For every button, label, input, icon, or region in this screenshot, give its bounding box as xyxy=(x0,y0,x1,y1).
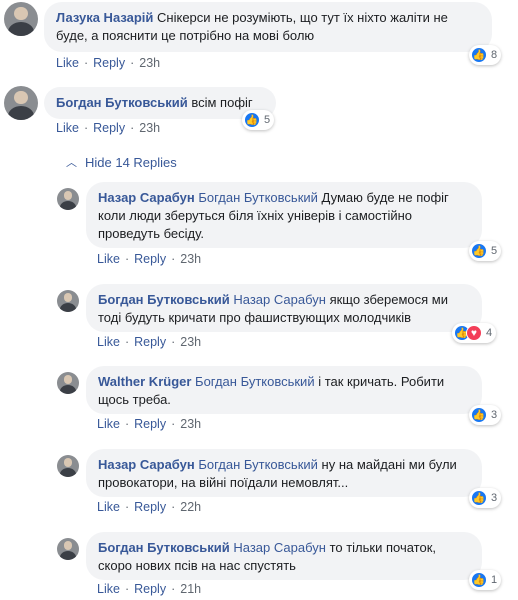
reply-button[interactable]: Reply xyxy=(134,582,166,596)
comment-actions: Like · Reply · 23h xyxy=(56,56,161,70)
comment-bubble: Богдан Бутковський Назар Сарабун якщо зб… xyxy=(86,284,482,332)
mention-link[interactable]: Назар Сарабун xyxy=(233,292,326,307)
comment-bubble: Богдан Бутковський всім пофіг xyxy=(44,87,276,119)
reaction-count: 3 xyxy=(491,492,498,504)
comment-actions: Like · Reply · 23h xyxy=(97,417,202,431)
like-button[interactable]: Like xyxy=(56,56,79,70)
reactions-badge[interactable]: 👍 3 xyxy=(469,405,502,425)
comment-author[interactable]: Богдан Бутковський xyxy=(98,292,230,307)
reply-button[interactable]: Reply xyxy=(93,56,125,70)
timestamp[interactable]: 23h xyxy=(139,56,160,70)
comment-bubble: Богдан Бутковський Назар Сарабун то тіль… xyxy=(86,532,482,580)
avatar[interactable] xyxy=(57,538,79,560)
timestamp[interactable]: 21h xyxy=(180,582,201,596)
thumbs-up-icon: 👍 xyxy=(471,47,487,63)
heart-icon: ♥ xyxy=(466,325,482,341)
comment-author[interactable]: Назар Сарабун xyxy=(98,457,195,472)
reply-button[interactable]: Reply xyxy=(134,252,166,266)
comment-actions: Like · Reply · 21h xyxy=(97,582,202,596)
reactions-badge[interactable]: 👍 5 xyxy=(242,110,275,130)
reaction-count: 1 xyxy=(491,574,498,586)
reactions-badge[interactable]: 👍 ♥ 4 xyxy=(452,323,497,343)
comment-text-line: Думаю буде не пофіг xyxy=(321,190,449,205)
chevron-up-icon: ︿ xyxy=(66,157,77,169)
reaction-count: 4 xyxy=(486,327,493,339)
reactions-badge[interactable]: 👍 3 xyxy=(469,488,502,508)
comment-bubble: Назар Сарабун Богдан Бутковський ну на м… xyxy=(86,449,482,497)
mention-link[interactable]: Богдан Бутковський xyxy=(198,190,318,205)
avatar[interactable] xyxy=(4,2,38,36)
comment-text-line: проведуть бесіду. xyxy=(98,226,204,241)
comment-author[interactable]: Лазука Назарій xyxy=(56,10,153,25)
timestamp[interactable]: 23h xyxy=(180,335,201,349)
comment-actions: Like · Reply · 23h xyxy=(56,121,161,135)
like-button[interactable]: Like xyxy=(56,121,79,135)
reaction-count: 8 xyxy=(491,49,498,61)
comment-text-line: і так кричать. Робити xyxy=(318,374,445,389)
mention-link[interactable]: Назар Сарабун xyxy=(233,540,326,555)
reactions-badge[interactable]: 👍 1 xyxy=(469,570,502,590)
comment-text-line: коли люди зберуться біля їхніх універів … xyxy=(98,208,413,223)
comment-text-line: тоді будуть кричати про фашиствующих мол… xyxy=(98,310,411,325)
comment-author[interactable]: Богдан Бутковський xyxy=(56,95,188,110)
comment-author[interactable]: Walther Krüger xyxy=(98,374,191,389)
timestamp[interactable]: 22h xyxy=(180,500,201,514)
hide-replies-label: Hide 14 Replies xyxy=(85,154,177,170)
reactions-badge[interactable]: 👍 8 xyxy=(469,45,502,65)
timestamp[interactable]: 23h xyxy=(180,252,201,266)
comment-bubble: Назар Сарабун Богдан Бутковський Думаю б… xyxy=(86,182,482,248)
comment-text-line: Снікерси не розуміють, що тут їх ніхто ж… xyxy=(157,10,448,25)
like-button[interactable]: Like xyxy=(97,582,120,596)
comment-text-line: то тільки початок, xyxy=(329,540,437,555)
timestamp[interactable]: 23h xyxy=(139,121,160,135)
comment-author[interactable]: Богдан Бутковський xyxy=(98,540,230,555)
thumbs-up-icon: 👍 xyxy=(471,572,487,588)
hide-replies-link[interactable]: ︿ Hide 14 Replies xyxy=(66,154,177,170)
reaction-count: 5 xyxy=(264,114,271,126)
like-button[interactable]: Like xyxy=(97,417,120,431)
comment-bubble: Лазука Назарій Снікерси не розуміють, що… xyxy=(44,2,492,52)
comment-bubble: Walther Krüger Богдан Бутковський і так … xyxy=(86,366,482,414)
comment-text-line: всім пофіг xyxy=(191,95,253,110)
avatar[interactable] xyxy=(57,455,79,477)
avatar[interactable] xyxy=(57,372,79,394)
thumbs-up-icon: 👍 xyxy=(244,112,260,128)
comment-text-line: скоро нових псів на нас спустять xyxy=(98,558,296,573)
comment-text-line: щось треба. xyxy=(98,392,171,407)
avatar[interactable] xyxy=(4,86,38,120)
avatar[interactable] xyxy=(57,188,79,210)
comment-text-line: буде, а пояснити це потрібно на мові бол… xyxy=(56,28,315,43)
like-button[interactable]: Like xyxy=(97,252,120,266)
comment-text-line: провокатори, на війні поїдали немовлят..… xyxy=(98,475,349,490)
timestamp[interactable]: 23h xyxy=(180,417,201,431)
thumbs-up-icon: 👍 xyxy=(471,490,487,506)
like-button[interactable]: Like xyxy=(97,500,120,514)
like-button[interactable]: Like xyxy=(97,335,120,349)
reply-button[interactable]: Reply xyxy=(93,121,125,135)
reply-button[interactable]: Reply xyxy=(134,500,166,514)
thumbs-up-icon: 👍 xyxy=(471,407,487,423)
comment-author[interactable]: Назар Сарабун xyxy=(98,190,195,205)
comment-text-line: ну на майдані ми були xyxy=(321,457,457,472)
mention-link[interactable]: Богдан Бутковський xyxy=(198,457,318,472)
reaction-count: 5 xyxy=(491,245,498,257)
mention-link[interactable]: Богдан Бутковський xyxy=(195,374,315,389)
reply-button[interactable]: Reply xyxy=(134,417,166,431)
reactions-badge[interactable]: 👍 5 xyxy=(469,241,502,261)
comment-actions: Like · Reply · 22h xyxy=(97,500,202,514)
reply-button[interactable]: Reply xyxy=(134,335,166,349)
reaction-count: 3 xyxy=(491,409,498,421)
comment-actions: Like · Reply · 23h xyxy=(97,252,202,266)
thumbs-up-icon: 👍 xyxy=(471,243,487,259)
comment-actions: Like · Reply · 23h xyxy=(97,335,202,349)
comment-text-line: якщо зберемося ми xyxy=(329,292,449,307)
avatar[interactable] xyxy=(57,290,79,312)
